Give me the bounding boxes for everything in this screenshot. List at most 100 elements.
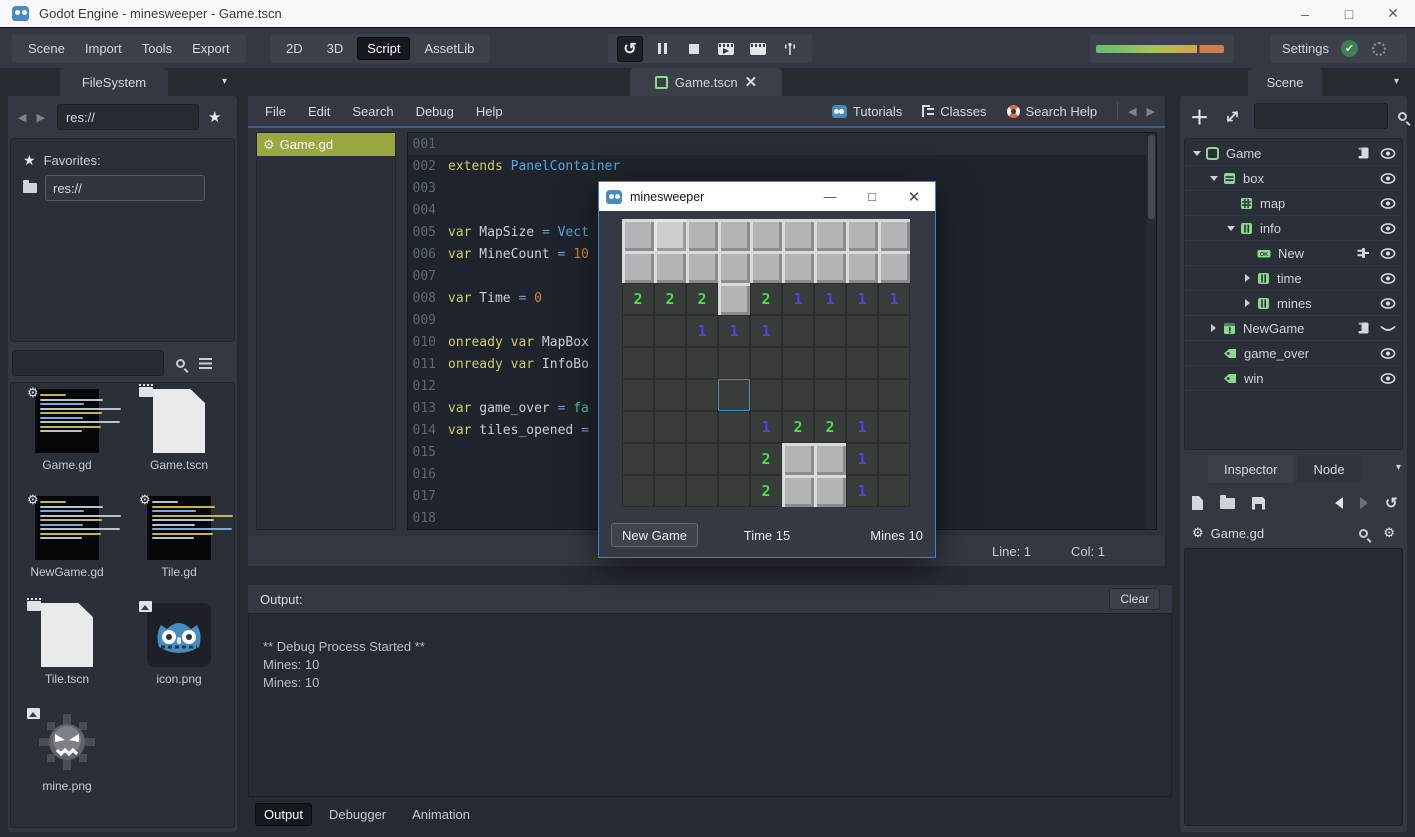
tile-r8-c2[interactable] bbox=[686, 475, 718, 507]
script-menu-debug[interactable]: Debug bbox=[405, 104, 465, 119]
help-link-classes[interactable]: Classes bbox=[914, 104, 994, 119]
scene-node-game_over[interactable]: game_over bbox=[1185, 341, 1402, 366]
minesweeper-titlebar[interactable]: minesweeper — □ ✕ bbox=[599, 182, 935, 211]
play-custom-scene-button[interactable] bbox=[745, 36, 771, 62]
bottom-tab-output[interactable]: Output bbox=[255, 803, 312, 826]
tile-r8-c4[interactable]: 2 bbox=[750, 475, 782, 507]
scene-node-game[interactable]: Game bbox=[1185, 141, 1402, 166]
tile-r7-c0[interactable] bbox=[622, 443, 654, 475]
expand-toggle-icon[interactable] bbox=[1242, 274, 1253, 282]
tile-r1-c6[interactable] bbox=[814, 251, 846, 283]
slot-icon[interactable] bbox=[1356, 246, 1370, 260]
eye-icon[interactable] bbox=[1380, 148, 1396, 159]
tab-scene-game-tscn[interactable]: Game.tscn ✕ bbox=[630, 68, 782, 96]
tile-r4-c7[interactable] bbox=[846, 347, 878, 379]
tile-r3-c4[interactable]: 1 bbox=[750, 315, 782, 347]
tile-r6-c1[interactable] bbox=[654, 411, 686, 443]
file-icon-png[interactable]: icon.png bbox=[127, 603, 231, 710]
eye-icon[interactable] bbox=[1380, 273, 1396, 284]
script-history-forward-icon[interactable]: ▶ bbox=[1147, 105, 1155, 118]
minimize-button[interactable]: – bbox=[1283, 0, 1327, 27]
remote-debug-icon[interactable] bbox=[777, 36, 803, 62]
tile-r2-c2[interactable]: 2 bbox=[686, 283, 718, 315]
menu-import[interactable]: Import bbox=[75, 38, 132, 59]
expand-toggle-icon[interactable] bbox=[1208, 176, 1219, 181]
add-node-icon[interactable]: ＋ bbox=[1190, 103, 1209, 130]
scene-node-new[interactable]: OKNew bbox=[1185, 241, 1402, 266]
menu-scene[interactable]: Scene bbox=[18, 38, 75, 59]
inspector-search-icon[interactable] bbox=[1359, 529, 1368, 538]
tile-r3-c5[interactable] bbox=[782, 315, 814, 347]
new-resource-icon[interactable] bbox=[1192, 496, 1203, 510]
scene-node-time[interactable]: time bbox=[1185, 266, 1402, 291]
tile-r4-c1[interactable] bbox=[654, 347, 686, 379]
file-tile-gd[interactable]: ⚙Tile.gd bbox=[127, 496, 231, 603]
script-menu-file[interactable]: File bbox=[254, 104, 297, 119]
tile-r8-c1[interactable] bbox=[654, 475, 686, 507]
file-game-tscn[interactable]: Game.tscn bbox=[127, 389, 231, 496]
tile-r1-c0[interactable] bbox=[622, 251, 654, 283]
nav-forward-icon[interactable]: ▶ bbox=[36, 111, 44, 124]
tile-r2-c5[interactable]: 1 bbox=[782, 283, 814, 315]
file-tile-tscn[interactable]: Tile.tscn bbox=[15, 603, 119, 710]
script-icon[interactable] bbox=[1357, 146, 1370, 160]
tile-r6-c5[interactable]: 2 bbox=[782, 411, 814, 443]
minesweeper-minimize-button[interactable]: — bbox=[809, 182, 851, 211]
eye-closed-icon[interactable] bbox=[1380, 323, 1396, 334]
eye-icon[interactable] bbox=[1380, 298, 1396, 309]
tile-r7-c1[interactable] bbox=[654, 443, 686, 475]
history-forward-icon[interactable] bbox=[1360, 497, 1368, 509]
tile-r5-c3[interactable] bbox=[718, 379, 750, 411]
tile-r5-c2[interactable] bbox=[686, 379, 718, 411]
tile-r3-c1[interactable] bbox=[654, 315, 686, 347]
tile-r5-c5[interactable] bbox=[782, 379, 814, 411]
load-resource-icon[interactable] bbox=[1220, 498, 1235, 509]
script-menu-help[interactable]: Help bbox=[465, 104, 514, 119]
tile-r8-c5[interactable] bbox=[782, 475, 814, 507]
save-resource-icon[interactable] bbox=[1252, 497, 1265, 510]
code-scrollbar[interactable] bbox=[1147, 133, 1156, 529]
tile-r0-c8[interactable] bbox=[878, 219, 910, 251]
eye-icon[interactable] bbox=[1380, 373, 1396, 384]
workspace-tab-3d[interactable]: 3D bbox=[317, 37, 354, 60]
close-button[interactable]: ✕ bbox=[1371, 0, 1415, 27]
tile-r3-c7[interactable] bbox=[846, 315, 878, 347]
tile-r8-c8[interactable] bbox=[878, 475, 910, 507]
tile-r3-c2[interactable]: 1 bbox=[686, 315, 718, 347]
code-line-002[interactable]: 002extends PanelContainer bbox=[408, 155, 1156, 177]
tile-r4-c8[interactable] bbox=[878, 347, 910, 379]
scene-node-box[interactable]: box bbox=[1185, 166, 1402, 191]
tile-r0-c2[interactable] bbox=[686, 219, 718, 251]
tile-r3-c8[interactable] bbox=[878, 315, 910, 347]
scene-node-win[interactable]: win bbox=[1185, 366, 1402, 391]
tile-r6-c2[interactable] bbox=[686, 411, 718, 443]
tile-r7-c4[interactable]: 2 bbox=[750, 443, 782, 475]
scene-filter-input[interactable] bbox=[1254, 103, 1388, 129]
tile-r2-c4[interactable]: 2 bbox=[750, 283, 782, 315]
expand-toggle-icon[interactable] bbox=[1191, 151, 1202, 156]
code-line-001[interactable]: 001 bbox=[408, 133, 1156, 155]
inspector-dock-menu-icon[interactable]: ▾ bbox=[1396, 462, 1401, 473]
eye-icon[interactable] bbox=[1380, 248, 1396, 259]
tile-r6-c3[interactable] bbox=[718, 411, 750, 443]
tile-r0-c5[interactable] bbox=[782, 219, 814, 251]
close-tab-icon[interactable]: ✕ bbox=[745, 73, 758, 91]
tile-r2-c1[interactable]: 2 bbox=[654, 283, 686, 315]
scene-node-mines[interactable]: mines bbox=[1185, 291, 1402, 316]
tile-r1-c3[interactable] bbox=[718, 251, 750, 283]
history-back-icon[interactable] bbox=[1335, 497, 1343, 509]
tile-r7-c7[interactable]: 1 bbox=[846, 443, 878, 475]
tile-r2-c8[interactable]: 1 bbox=[878, 283, 910, 315]
tile-r7-c8[interactable] bbox=[878, 443, 910, 475]
tile-r1-c5[interactable] bbox=[782, 251, 814, 283]
tile-r4-c2[interactable] bbox=[686, 347, 718, 379]
tile-r5-c7[interactable] bbox=[846, 379, 878, 411]
tile-r6-c4[interactable]: 1 bbox=[750, 411, 782, 443]
tile-r7-c5[interactable] bbox=[782, 443, 814, 475]
tab-inspector[interactable]: Inspector bbox=[1208, 455, 1293, 483]
history-icon[interactable]: ↺ bbox=[1385, 494, 1398, 512]
file-game-gd[interactable]: ⚙Game.gd bbox=[15, 389, 119, 496]
tile-r3-c3[interactable]: 1 bbox=[718, 315, 750, 347]
tile-r8-c7[interactable]: 1 bbox=[846, 475, 878, 507]
script-history-back-icon[interactable]: ◀ bbox=[1128, 105, 1136, 118]
